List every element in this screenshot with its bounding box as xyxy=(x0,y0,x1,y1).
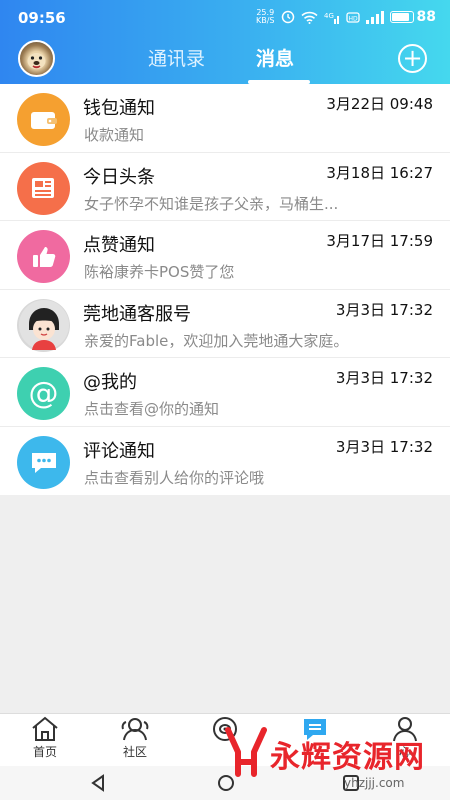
tab-messages[interactable]: 消息 xyxy=(256,44,294,71)
message-title: 点赞通知 xyxy=(83,235,155,256)
wifi-icon xyxy=(300,11,318,24)
message-title: 钱包通知 xyxy=(83,98,155,119)
net-speed: 25.9 KB/S xyxy=(256,8,275,25)
wallet-icon xyxy=(17,93,70,146)
battery-icon xyxy=(389,11,414,23)
back-icon[interactable] xyxy=(90,774,106,792)
user-avatar[interactable] xyxy=(18,40,55,77)
message-time: 3月3日 17:32 xyxy=(335,437,433,456)
at-icon: @ xyxy=(17,367,70,420)
message-preview: 亲爱的Fable，欢迎加入莞地通大家庭。 xyxy=(84,331,349,350)
message-item-service[interactable]: 莞地通客服号 亲爱的Fable，欢迎加入莞地通大家庭。 3月3日 17:32 xyxy=(0,290,450,358)
watermark-text: 永辉资源网 xyxy=(270,740,425,775)
message-title: 莞地通客服号 xyxy=(83,303,191,325)
message-time: 3月3日 17:32 xyxy=(335,300,433,319)
message-item-likes[interactable]: 点赞通知 陈裕康养卡POS赞了您 3月17日 17:59 xyxy=(0,221,450,290)
thumbs-up-icon xyxy=(17,230,70,283)
message-preview: 收款通知 xyxy=(84,126,145,144)
community-icon xyxy=(121,718,149,741)
header: 09:56 25.9 KB/S 4G HD 88 通讯录 消息 + xyxy=(0,0,450,84)
nav-bar: 通讯录 消息 + xyxy=(0,32,450,84)
watermark-logo xyxy=(225,727,267,777)
home-icon xyxy=(32,716,58,741)
svg-text:4G: 4G xyxy=(324,12,334,20)
tab-contacts[interactable]: 通讯录 xyxy=(148,44,205,71)
message-item-comments[interactable]: 评论通知 点击查看别人给你的评论哦 3月3日 17:32 xyxy=(0,427,450,496)
message-preview: 女子怀孕不知谁是孩子父亲，马桶生... xyxy=(84,194,339,213)
status-time: 09:56 xyxy=(18,9,66,27)
bottom-tab-home[interactable]: 首页 xyxy=(15,716,75,760)
message-preview: 陈裕康养卡POS赞了您 xyxy=(84,263,235,281)
service-avatar-icon xyxy=(17,298,70,352)
message-item-toutiao[interactable]: 今日头条 女子怀孕不知谁是孩子父亲，马桶生... 3月18日 16:27 xyxy=(0,153,450,221)
bottom-tab-community[interactable]: 社区 xyxy=(105,716,165,760)
message-title: 评论通知 xyxy=(83,440,155,462)
watermark: 永辉资源网 yhzjjj.com xyxy=(218,720,444,800)
status-bar: 09:56 25.9 KB/S 4G HD 88 xyxy=(0,0,450,32)
signal-4g-icon: 4G xyxy=(324,12,339,24)
message-time: 3月17日 17:59 xyxy=(326,232,433,250)
message-time: 3月22日 09:48 xyxy=(326,95,433,113)
message-preview: 点击查看别人给你的评论哦 xyxy=(84,468,265,487)
hd-icon: HD xyxy=(345,11,360,23)
status-icons: 25.9 KB/S 4G HD 88 xyxy=(256,8,436,26)
message-preview: 点击查看@你的通知 xyxy=(84,400,220,418)
newspaper-icon xyxy=(17,161,70,215)
message-title: 今日头条 xyxy=(83,166,155,188)
message-time: 3月3日 17:32 xyxy=(335,369,433,387)
plus-icon: + xyxy=(402,44,423,72)
comment-icon xyxy=(17,435,70,489)
signal-bars-icon xyxy=(365,10,384,24)
message-item-mentions[interactable]: @ @我的 点击查看@你的通知 3月3日 17:32 xyxy=(0,358,450,427)
message-time: 3月18日 16:27 xyxy=(326,163,433,182)
message-item-wallet[interactable]: 钱包通知 收款通知 3月22日 09:48 xyxy=(0,84,450,153)
add-button[interactable]: + xyxy=(398,44,427,73)
alarm-icon xyxy=(281,10,294,24)
battery-indicator: 88 xyxy=(389,9,436,25)
dog-avatar-icon xyxy=(27,53,46,69)
message-title: @我的 xyxy=(83,372,137,393)
svg-text:HD: HD xyxy=(348,15,358,22)
message-list: 钱包通知 收款通知 3月22日 09:48 今日头条 女子怀孕不知谁是孩子父亲，… xyxy=(0,84,450,495)
watermark-url: yhzjjj.com xyxy=(344,776,405,790)
